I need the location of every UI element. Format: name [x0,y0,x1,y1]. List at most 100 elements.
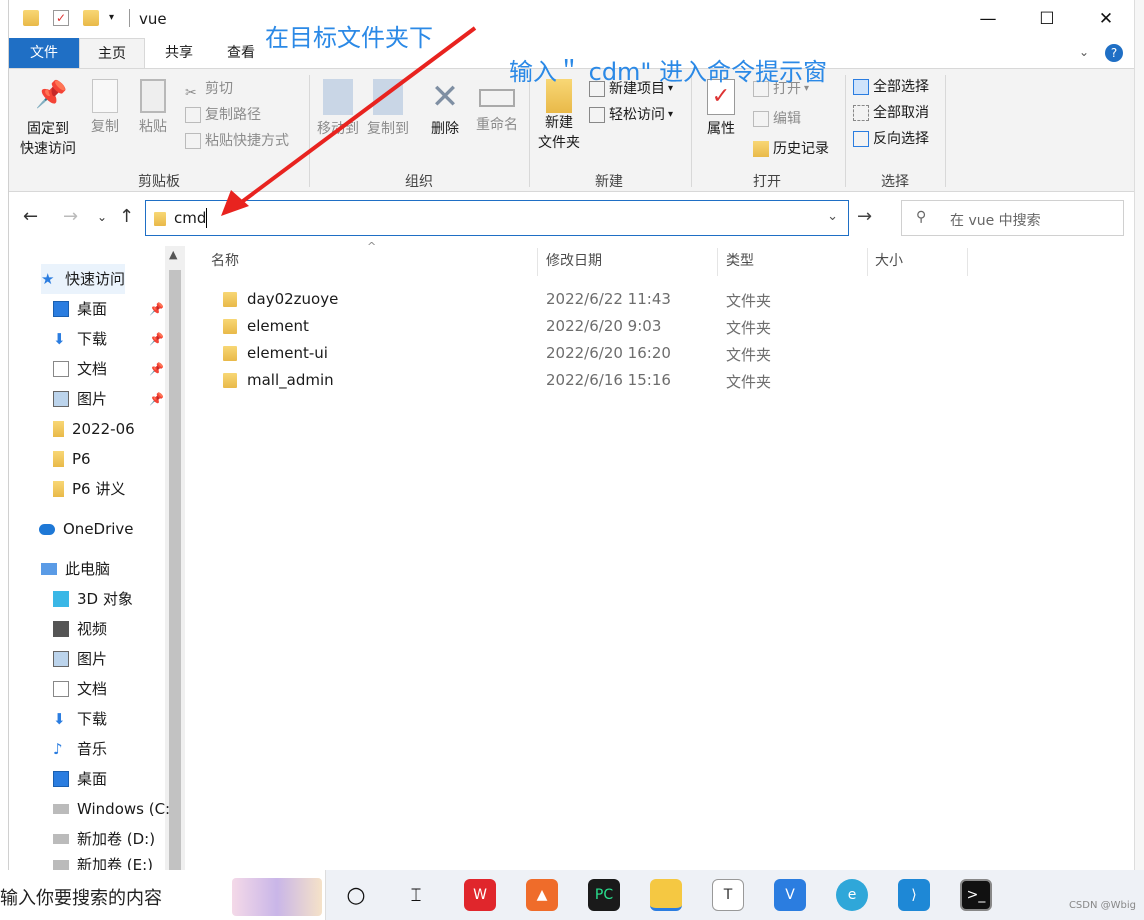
sidebar-item[interactable]: 此电脑 [41,554,110,584]
drive-icon [53,834,69,844]
video-icon [53,621,69,637]
sidebar-item[interactable]: ⬇ 下载 [53,704,107,734]
sidebar-item-label: Windows (C: [77,800,171,818]
sidebar-item-label: P6 [72,450,91,468]
pin-icon[interactable]: 📌 [149,362,164,376]
sidebar-item[interactable]: P6 [53,444,91,474]
pycharm-icon[interactable]: PC [588,879,620,911]
file-row[interactable]: day02zuoye 2022/6/22 11:43 文件夹 [195,286,1135,313]
sidebar-item[interactable]: 文档 [53,674,107,704]
app-orange-icon[interactable]: ▲ [526,879,558,911]
file-modified: 2022/6/16 15:16 [546,371,671,389]
sidebar-item-label: 3D 对象 [77,590,133,608]
column-header-name[interactable]: 名称 [211,246,239,276]
file-type: 文件夹 [726,373,772,391]
sidebar-item-label: 2022-06 [72,420,135,438]
edge-icon[interactable]: e [836,879,868,911]
sidebar-item[interactable]: ⬇ 下载 [53,324,107,354]
sidebar-item[interactable]: Windows (C: [53,794,170,824]
scrollbar-thumb[interactable] [169,270,181,870]
navigation-pane: ▲ ★ 快速访问桌面 📌 ⬇ 下载 📌 文档 📌 图片 📌 2022-06 P6 P6 讲义 OneDriv… [9,246,187,874]
file-row[interactable]: mall_admin 2022/6/16 15:16 文件夹 [195,367,1135,394]
desktop-icon [53,301,69,317]
pin-icon[interactable]: 📌 [149,392,164,406]
folder-icon [223,373,237,388]
folder-icon [53,481,64,497]
taskbar-search[interactable]: 输入你要搜索的内容 [0,870,326,920]
typora-icon[interactable]: T [712,879,744,911]
sidebar-item-label: 桌面 [77,770,108,788]
file-list: 名称 ^ 修改日期 类型 大小 day02zuoye 2022/6/22 11:4… [195,240,1135,870]
desktop-icon [53,771,69,787]
sidebar-item[interactable]: 2022-06 [53,414,135,444]
cmd-icon[interactable]: >_ [960,879,992,911]
picture-icon [53,651,69,667]
sidebar-item[interactable]: 图片 [53,384,107,414]
folder-icon [223,292,237,307]
sidebar-item-label: 文档 [77,680,108,698]
sidebar-item[interactable]: P6 讲义 [53,474,125,504]
sidebar-item-label: OneDrive [63,520,134,538]
file-modified: 2022/6/20 9:03 [546,317,662,335]
document-icon [53,681,69,697]
watermark: CSDN @Wbig [1068,900,1136,911]
drive-icon [53,860,69,870]
folder-icon [53,421,64,437]
sidebar-item-label: 桌面 [77,300,108,318]
column-separator[interactable] [967,248,968,276]
column-header-modified[interactable]: 修改日期 [546,246,602,276]
sidebar-item[interactable]: 桌面 [53,764,107,794]
folder-icon [223,346,237,361]
file-row[interactable]: element-ui 2022/6/20 16:20 文件夹 [195,340,1135,367]
sidebar-item-label: P6 讲义 [72,480,126,498]
column-separator[interactable] [537,248,538,276]
search-highlight-image [232,878,322,916]
cloud-icon [39,523,55,535]
music-icon: ♪ [53,740,63,758]
scroll-up-icon[interactable]: ▲ [169,248,177,261]
folder-icon [53,451,64,467]
drive-icon [53,804,69,814]
sidebar-scrollbar[interactable]: ▲ [165,246,185,870]
picture-icon [53,391,69,407]
wps-icon[interactable]: W [464,879,496,911]
column-header-size[interactable]: 大小 [875,246,903,276]
file-type: 文件夹 [726,346,772,364]
download-icon: ⬇ [53,330,66,348]
sidebar-item[interactable]: ★ 快速访问 [41,264,126,294]
vscode-icon[interactable]: ⟩ [898,879,930,911]
file-row[interactable]: element 2022/6/20 9:03 文件夹 [195,313,1135,340]
file-modified: 2022/6/20 16:20 [546,344,671,362]
sidebar-item[interactable]: 桌面 [53,294,107,324]
vue-app-icon[interactable]: V [774,879,806,911]
taskbar: 输入你要搜索的内容 ○ ⌶ W ▲ PC T V e ⟩ >_ CSDN @Wb… [0,870,1144,920]
taskbar-search-placeholder[interactable]: 输入你要搜索的内容 [0,884,162,910]
sidebar-item-label: 图片 [77,650,108,668]
sidebar-item[interactable]: ♪ 音乐 [53,734,107,764]
star-icon: ★ [41,270,55,288]
sidebar-item[interactable]: 3D 对象 [53,584,133,614]
computer-icon [41,563,57,575]
cube-icon [53,591,69,607]
file-type: 文件夹 [726,319,772,337]
sidebar-item[interactable]: 视频 [53,614,107,644]
column-separator[interactable] [717,248,718,276]
file-name: day02zuoye [247,290,339,308]
file-explorer-icon[interactable] [650,879,682,911]
pin-icon[interactable]: 📌 [149,302,164,316]
column-separator[interactable] [867,248,868,276]
file-modified: 2022/6/22 11:43 [546,290,671,308]
pin-icon[interactable]: 📌 [149,332,164,346]
task-view-icon[interactable]: ⌶ [400,879,432,911]
annotation-arrow [221,26,477,216]
sidebar-item-label: 视频 [77,620,108,638]
folder-icon [223,319,237,334]
file-type: 文件夹 [726,292,772,310]
explorer-window: ✓ ▾ vue — ☐ ✕ 文件 主页 共享 查看 ⌄ ? 📌 固定到 快速访问… [8,0,1135,874]
sidebar-item[interactable]: 文档 [53,354,107,384]
sidebar-item[interactable]: OneDrive [39,514,134,544]
task-view-circle-icon[interactable]: ○ [340,879,372,911]
sidebar-item[interactable]: 图片 [53,644,107,674]
sidebar-item-label: 图片 [77,390,108,408]
column-header-type[interactable]: 类型 [726,246,754,276]
